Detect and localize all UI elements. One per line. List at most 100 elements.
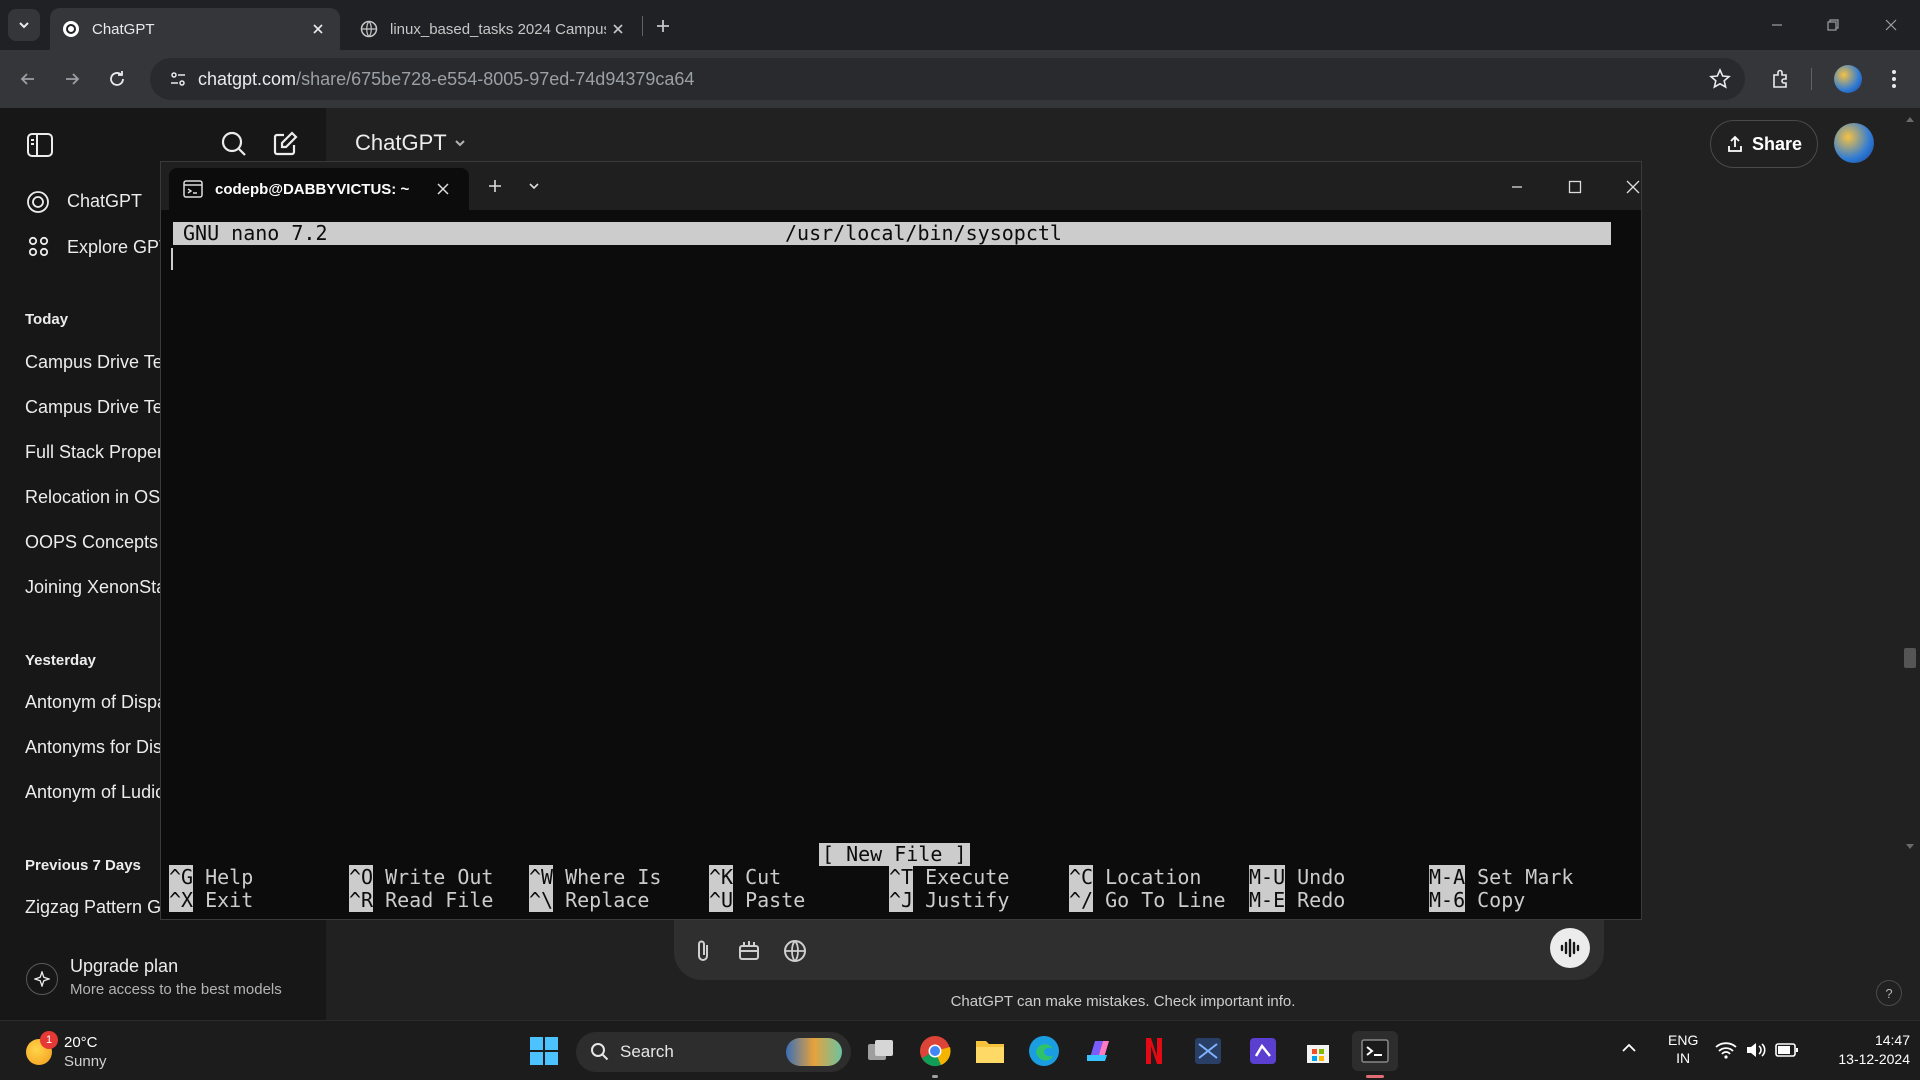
weather-widget[interactable]: 1 20°C Sunny [20,1031,130,1073]
copilot-icon[interactable] [1079,1031,1119,1071]
nano-title-bar: GNU nano 7.2 /usr/local/bin/sysopctl [173,222,1611,245]
close-icon[interactable] [306,17,330,41]
bookmark-star-icon[interactable] [1709,68,1731,90]
history-item[interactable]: OOPS Concepts in [25,532,177,553]
globe-icon [360,20,378,38]
reload-button[interactable] [101,63,133,95]
shortcut-label: Undo [1297,865,1346,889]
close-icon[interactable] [429,175,457,203]
toggle-sidebar-icon[interactable] [26,132,54,158]
extensions-button[interactable] [1765,63,1797,95]
battery-icon[interactable] [1775,1042,1799,1058]
user-avatar[interactable] [1834,123,1874,163]
profile-avatar[interactable] [1834,65,1862,93]
browser-tab-linux-tasks[interactable]: linux_based_tasks 2024 Campus [350,8,640,50]
web-search-icon[interactable] [782,938,808,964]
history-item[interactable]: Relocation in OS [25,487,160,508]
terminal-dropdown-button[interactable] [527,180,541,192]
shortcut-key: M-6 [1429,888,1466,912]
shortcut-label: Justify [925,888,1010,912]
url-text: chatgpt.com/share/675be728-e554-8005-97e… [198,69,694,90]
history-item[interactable]: Full Stack Property [25,442,177,463]
grid-icon [28,236,50,258]
tools-icon[interactable] [737,938,761,962]
language-region: IN [1676,1050,1691,1066]
plus-icon [657,20,669,32]
shortcut-replace: ^\ Replace [529,888,649,912]
upgrade-plan-button[interactable]: Upgrade plan More access to the best mod… [0,951,326,1013]
language-indicator[interactable]: ENG IN [1668,1031,1698,1067]
history-item[interactable]: Antonyms for Dis [25,737,162,758]
search-chats-icon[interactable] [220,130,248,158]
taskbar-search[interactable]: Search [576,1032,851,1072]
scroll-down-arrow[interactable] [1906,844,1914,850]
netflix-icon[interactable] [1134,1031,1174,1071]
chevron-up-icon[interactable] [1620,1041,1638,1055]
model-selector[interactable]: ChatGPT [355,130,467,156]
browser-tab-chatgpt[interactable]: ChatGPT [50,8,340,50]
chevron-down-icon [529,183,539,190]
terminal-tab[interactable]: codepb@DABBYVICTUS: ~ [169,168,469,210]
clock[interactable]: 14:47 13-12-2024 [1810,1031,1910,1069]
new-tab-button[interactable] [650,13,676,39]
windows-start-icon[interactable] [524,1031,564,1071]
shortcut-where-is: ^W Where Is [529,865,661,889]
shortcut-exit: ^X Exit [169,888,253,912]
shortcut-undo: M-U Undo [1249,865,1346,889]
shortcut-key: M-U [1249,865,1286,889]
section-title-previous-7-days: Previous 7 Days [25,857,141,874]
history-item[interactable]: Campus Drive Tech [25,352,182,373]
task-view-icon[interactable] [861,1031,901,1071]
message-composer[interactable] [674,920,1604,980]
close-icon[interactable] [606,17,630,41]
weather-temp: 20°C [64,1034,98,1051]
voice-mode-button[interactable] [1550,928,1590,968]
help-button[interactable]: ? [1876,980,1902,1006]
language-code: ENG [1668,1032,1699,1048]
site-info-icon[interactable] [158,70,198,88]
tab-search-button[interactable] [8,9,40,41]
model-name: ChatGPT [355,130,447,155]
shortcut-key: ^O [349,865,374,889]
edge-icon[interactable] [1024,1031,1064,1071]
attach-icon[interactable] [692,938,714,964]
new-terminal-tab-button[interactable] [487,178,503,194]
forward-button[interactable] [56,63,88,95]
file-explorer-icon[interactable] [970,1031,1010,1071]
browser-menu-button[interactable] [1878,63,1910,95]
volume-icon[interactable] [1745,1041,1767,1059]
new-chat-icon[interactable] [271,130,299,158]
plus-icon [489,180,501,192]
minimize-button[interactable] [1752,8,1802,42]
address-bar[interactable]: chatgpt.com/share/675be728-e554-8005-97e… [150,58,1745,100]
terminal-taskbar-icon[interactable] [1352,1031,1398,1071]
scrollbar-thumb[interactable] [1904,648,1916,668]
terminal-minimize-button[interactable] [1494,172,1540,202]
running-indicator [932,1075,938,1078]
history-item[interactable]: Campus Drive Tech [25,397,182,418]
arrow-left-icon [20,73,34,85]
shortcut-paste: ^U Paste [709,888,805,912]
terminal-close-button[interactable] [1610,172,1656,202]
back-button[interactable] [12,63,44,95]
terminal-window[interactable]: codepb@DABBYVICTUS: ~ GNU nano 7.2 /usr/… [160,161,1642,920]
shortcut-label: Copy [1477,888,1526,912]
share-button[interactable]: Share [1710,120,1818,168]
chrome-icon[interactable] [915,1031,955,1071]
sidebar-item-chatgpt[interactable]: ChatGPT [67,191,142,212]
restore-button[interactable] [1808,8,1858,42]
microsoft-store-icon[interactable] [1298,1031,1338,1071]
snipping-tool-icon[interactable] [1188,1031,1228,1071]
wifi-icon[interactable] [1715,1041,1737,1059]
close-window-button[interactable] [1866,8,1916,42]
shortcut-key: ^W [529,865,554,889]
shortcut-location: ^C Location [1069,865,1201,889]
visual-studio-icon[interactable] [1243,1031,1283,1071]
close-icon [1626,180,1640,194]
clock-time: 14:47 [1874,1032,1910,1048]
search-label: Search [620,1042,674,1061]
openai-icon [62,20,80,38]
shortcut-execute: ^T Execute [889,865,1009,889]
scroll-up-arrow[interactable] [1906,116,1914,122]
terminal-maximize-button[interactable] [1552,172,1598,202]
